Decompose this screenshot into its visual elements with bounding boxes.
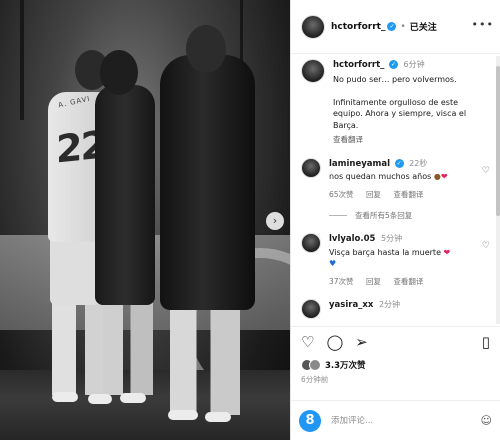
comment-meta: 65次赞 回复 查看翻译 xyxy=(329,189,478,201)
player-dark-legs xyxy=(103,300,153,395)
comment-text-body: nos quedan muchos años xyxy=(329,172,432,181)
scrollbar[interactable] xyxy=(496,56,500,324)
caption-username[interactable]: hctorforrt_ xyxy=(333,60,384,70)
add-comment-input[interactable] xyxy=(331,415,451,426)
player-dark-head xyxy=(100,50,138,95)
reply-button[interactable]: 回复 xyxy=(366,190,381,199)
verified-icon: ✓ xyxy=(387,22,397,31)
comment-time: 5分钟 xyxy=(381,234,403,243)
add-comment-bar: 8 ☺ xyxy=(291,400,500,440)
post-actions: ♡ ◯ ➢ ▯ 3.3万次赞 6分钟前 xyxy=(291,326,500,385)
shoe xyxy=(120,393,146,403)
comments-scroll-area[interactable]: hctorforrt_ ✓ 6分钟 No pudo ser… pero volv… xyxy=(291,55,500,326)
liker-avatar xyxy=(309,359,321,371)
shoe xyxy=(205,412,231,422)
heart-emoji: ❤ xyxy=(440,172,448,181)
verified-icon: ✓ xyxy=(388,60,398,69)
save-icon[interactable]: ▯ xyxy=(482,334,490,350)
post-header: hctorforrt_ ✓ • 已关注 ••• xyxy=(291,0,500,54)
translate-button[interactable]: 查看翻译 xyxy=(393,190,423,199)
likes-count[interactable]: 3.3万次赞 xyxy=(325,359,366,371)
caption-text: No pudo ser… pero volvermos. Infinitamen… xyxy=(333,74,467,130)
next-photo-icon[interactable]: › xyxy=(266,212,284,230)
comment-text-body: Visça barça hasta la muerte xyxy=(329,247,441,257)
player-right-legs xyxy=(170,305,240,415)
player-right-body xyxy=(160,55,255,310)
comment-time: 2分钟 xyxy=(378,300,401,309)
comment-username[interactable]: lvlyalo.05 xyxy=(329,234,375,244)
caption: hctorforrt_ ✓ 6分钟 No pudo ser… pero volv… xyxy=(301,59,490,146)
commenter-avatar[interactable] xyxy=(301,157,321,178)
replies-line xyxy=(329,215,347,216)
likes-summary[interactable]: 3.3万次赞 xyxy=(301,359,490,371)
translate-button[interactable]: 查看翻译 xyxy=(393,277,423,286)
comment-username[interactable]: lamineyamal xyxy=(329,159,390,169)
commenter-avatar[interactable] xyxy=(301,299,321,319)
like-icon[interactable]: ♡ xyxy=(301,334,314,350)
commenter-avatar[interactable] xyxy=(301,233,321,253)
comment-meta: 37次赞 回复 查看翻译 xyxy=(329,276,478,288)
share-icon[interactable]: ➢ xyxy=(355,334,368,350)
post-side-panel: hctorforrt_ ✓ • 已关注 ••• hctorforrt_ ✓ 6分… xyxy=(290,0,500,440)
heart-emoji: ❤ xyxy=(443,247,451,257)
comment-icon[interactable]: ◯ xyxy=(326,334,343,350)
post-container: 22 A. GAVI › hctorforrt_ ✓ • 已关注 ••• hct… xyxy=(0,0,500,440)
emoji-icon: ● xyxy=(433,172,441,181)
comment-likes[interactable]: 65次赞 xyxy=(329,190,354,199)
see-translation-link[interactable]: 查看翻译 xyxy=(333,134,490,146)
player-right-head xyxy=(186,25,226,73)
comment-likes[interactable]: 37次赞 xyxy=(329,277,354,286)
blue-heart-emoji: ♥ xyxy=(329,259,337,268)
author-avatar[interactable] xyxy=(301,59,325,83)
stadium-pillar xyxy=(20,0,24,120)
comment-item: lvlyalo.05 5分钟 Visça barça hasta la muer… xyxy=(301,233,490,287)
view-replies-label[interactable]: 查看所有5条回复 xyxy=(355,210,412,221)
post-time-ago: 6分钟前 xyxy=(301,375,329,384)
shoe xyxy=(168,410,198,420)
player-dark-body xyxy=(95,85,155,305)
comment-text: nos quedan muchos años ●❤ xyxy=(329,171,478,183)
like-comment-icon[interactable]: ♡ xyxy=(482,166,490,176)
like-comment-icon[interactable]: ♡ xyxy=(482,241,490,251)
app-logo-icon: 8 xyxy=(299,409,321,432)
verified-icon: ✓ xyxy=(394,158,404,168)
comment-item: lamineyamal ✓ 22秒 nos quedan muchos años… xyxy=(301,157,490,201)
shoe xyxy=(88,394,112,404)
reply-button[interactable]: 回复 xyxy=(366,277,381,286)
author-avatar[interactable] xyxy=(301,14,325,39)
follow-button[interactable]: 已关注 xyxy=(410,20,437,33)
separator-dot: • xyxy=(400,21,406,32)
comment-text: Visça barça hasta la muerte ❤ ♥ xyxy=(329,247,478,270)
comment-item: yasira_xx 2分钟 xyxy=(301,299,490,319)
action-icons: ♡ ◯ ➢ ▯ xyxy=(301,334,490,350)
view-replies-button[interactable]: 查看所有5条回复 xyxy=(329,210,490,221)
more-options-icon[interactable]: ••• xyxy=(472,18,494,31)
post-photo[interactable]: 22 A. GAVI › xyxy=(0,0,290,440)
emoji-picker-icon[interactable]: ☺ xyxy=(481,414,492,427)
author-username[interactable]: hctorforrt_ xyxy=(331,22,385,32)
comment-username[interactable]: yasira_xx xyxy=(329,300,373,310)
caption-time: 6分钟 xyxy=(403,60,425,69)
comment-time: 22秒 xyxy=(409,158,428,168)
shoe xyxy=(52,392,78,402)
scrollbar-thumb[interactable] xyxy=(496,66,500,216)
